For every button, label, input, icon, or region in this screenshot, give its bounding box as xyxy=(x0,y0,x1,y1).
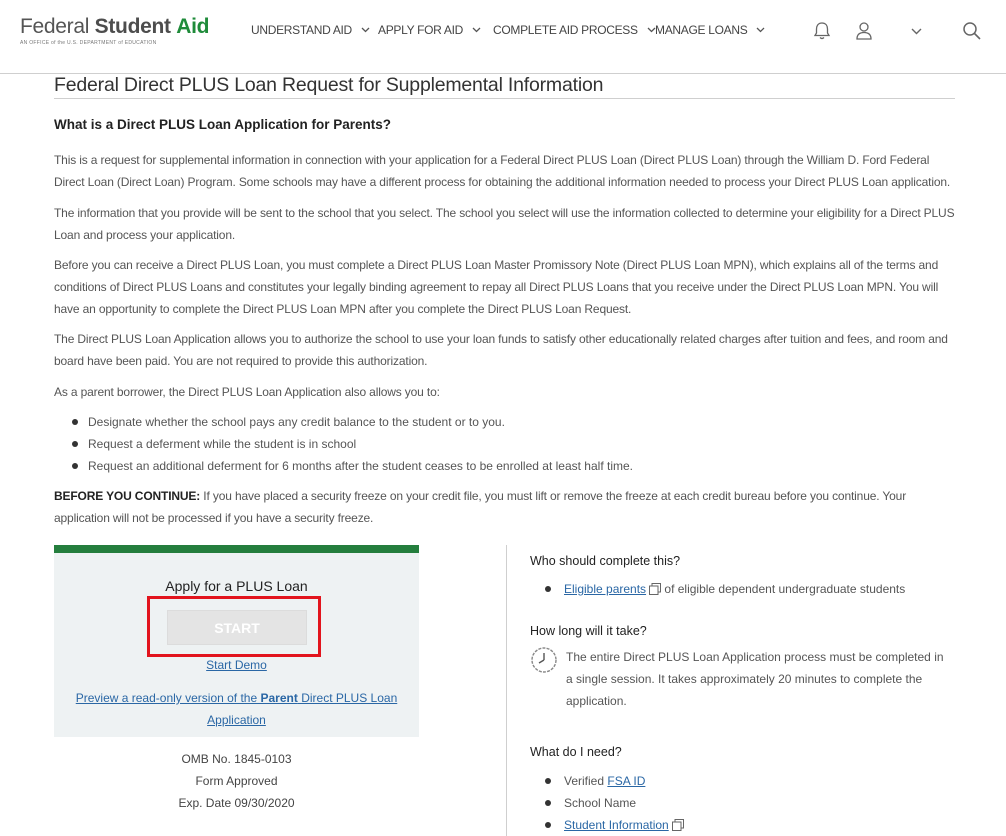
who-list: Eligible parents of eligible dependent u… xyxy=(530,578,970,600)
fsa-logo[interactable]: Federal Student Aid AN OFFICE of the U.S… xyxy=(20,15,210,46)
time-section: How long will it take? The entire Direct… xyxy=(530,624,970,716)
section-heading: What is a Direct PLUS Loan Application f… xyxy=(54,117,392,132)
popup-window-icon[interactable] xyxy=(671,819,684,831)
need-item-text: Verified xyxy=(564,774,608,788)
form-approved: Form Approved xyxy=(195,774,278,788)
school-paragraph: The information that you provide will be… xyxy=(54,206,955,242)
security-freeze-warning: BEFORE YOU CONTINUE: If you have placed … xyxy=(54,485,957,529)
nav-understand-aid[interactable]: UNDERSTAND AID xyxy=(251,23,370,37)
preview-bold-text: Parent xyxy=(260,691,298,705)
apply-title: Apply for a PLUS Loan xyxy=(165,578,308,594)
who-section: Who should complete this? Eligible paren… xyxy=(530,554,970,600)
preview-application-link[interactable]: Preview a read-only version of the Paren… xyxy=(74,687,399,731)
user-icon[interactable] xyxy=(855,21,873,41)
chevron-down-icon xyxy=(361,27,370,33)
eligible-parents-link[interactable]: Eligible parents xyxy=(564,582,646,596)
list-item: School Name xyxy=(530,792,970,814)
column-divider xyxy=(506,545,507,836)
need-heading: What do I need? xyxy=(530,745,622,759)
list-item: Eligible parents of eligible dependent u… xyxy=(530,578,970,600)
nav-manage-loans[interactable]: MANAGE LOANS xyxy=(655,23,765,37)
nav-label: COMPLETE AID PROCESS xyxy=(493,23,638,37)
chevron-down-icon[interactable] xyxy=(911,28,922,35)
who-text: of eligible dependent undergraduate stud… xyxy=(661,582,906,596)
logo-tagline: AN OFFICE of the U.S. DEPARTMENT of EDUC… xyxy=(20,40,157,46)
logo-wordmark: Federal Student Aid xyxy=(20,15,210,38)
who-heading: Who should complete this? xyxy=(530,554,681,568)
time-row: The entire Direct PLUS Loan Application … xyxy=(530,646,970,716)
page-title: Federal Direct PLUS Loan Request for Sup… xyxy=(54,74,604,96)
nav-apply-for-aid[interactable]: APPLY FOR AID xyxy=(378,23,481,37)
list-item: Designate whether the school pays any cr… xyxy=(54,411,633,433)
bell-icon[interactable] xyxy=(813,21,831,41)
nav-label: UNDERSTAND AID xyxy=(251,23,352,37)
popup-window-icon[interactable] xyxy=(649,583,662,595)
authorization-paragraph: The Direct PLUS Loan Application allows … xyxy=(54,332,948,368)
list-item: Request a deferment while the student is… xyxy=(54,433,633,455)
start-demo-link[interactable]: Start Demo xyxy=(54,658,419,672)
search-icon[interactable] xyxy=(962,21,982,41)
nav-label: MANAGE LOANS xyxy=(655,23,748,37)
mpn-paragraph: Before you can receive a Direct PLUS Loa… xyxy=(54,258,939,316)
parent-borrower-paragraph: As a parent borrower, the Direct PLUS Lo… xyxy=(54,385,440,399)
omb-info: OMB No. 1845-0103 Form Approved Exp. Dat… xyxy=(54,748,419,814)
nav-label: APPLY FOR AID xyxy=(378,23,464,37)
warning-label: BEFORE YOU CONTINUE: xyxy=(54,489,201,503)
list-item: Request an additional deferment for 6 mo… xyxy=(54,455,633,477)
clock-icon xyxy=(531,647,557,673)
need-list: Verified FSA ID School Name Student Info… xyxy=(530,770,970,836)
need-section: What do I need? Verified FSA ID School N… xyxy=(530,745,970,836)
chevron-down-icon xyxy=(757,27,765,33)
chevron-down-icon xyxy=(472,27,481,33)
list-item: Student Information xyxy=(530,814,970,836)
fsa-id-link[interactable]: FSA ID xyxy=(607,774,645,788)
list-item: Verified FSA ID xyxy=(530,770,970,792)
expiration-date: Exp. Date 09/30/2020 xyxy=(178,796,295,810)
preview-text: Preview a read-only version of the xyxy=(75,691,261,705)
top-header: Federal Student Aid AN OFFICE of the U.S… xyxy=(0,0,1006,74)
title-divider xyxy=(54,98,955,99)
parent-options-list: Designate whether the school pays any cr… xyxy=(54,411,633,477)
nav-complete-aid-process[interactable]: COMPLETE AID PROCESS xyxy=(493,23,656,37)
student-information-link[interactable]: Student Information xyxy=(564,818,669,832)
apply-panel: Apply for a PLUS Loan START Start Demo P… xyxy=(54,545,419,737)
omb-number: OMB No. 1845-0103 xyxy=(181,752,292,766)
time-heading: How long will it take? xyxy=(530,624,647,638)
time-text: The entire Direct PLUS Loan Application … xyxy=(566,650,944,708)
start-button[interactable]: START xyxy=(167,610,307,645)
intro-paragraph: This is a request for supplemental infor… xyxy=(54,153,951,189)
